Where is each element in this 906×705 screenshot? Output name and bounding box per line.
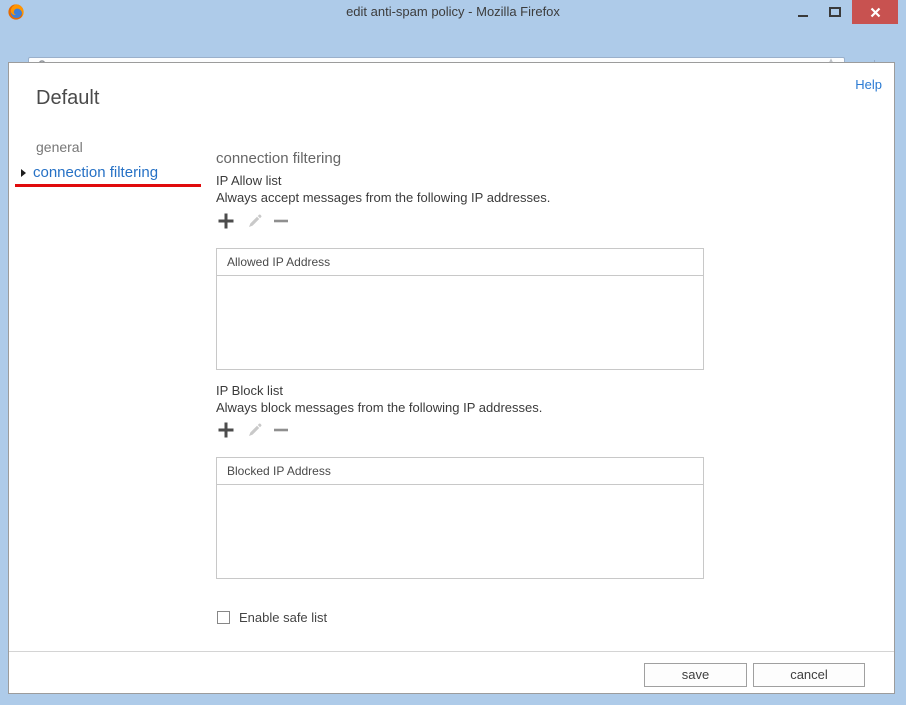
- cancel-button[interactable]: cancel: [753, 663, 865, 687]
- ip-block-list-description: Always block messages from the following…: [216, 400, 542, 415]
- save-button[interactable]: save: [644, 663, 747, 687]
- edit-icon[interactable]: [246, 213, 262, 229]
- ip-block-toolbar: [217, 421, 289, 439]
- close-button[interactable]: [852, 0, 898, 24]
- sidebar-item-connection-filtering[interactable]: connection filtering: [33, 164, 158, 181]
- ip-allow-list-title: IP Allow list: [216, 173, 282, 188]
- ip-allow-table-body: [217, 276, 703, 370]
- titlebar: edit anti-spam policy - Mozilla Firefox: [0, 0, 906, 24]
- ip-allow-table: Allowed IP Address: [216, 248, 704, 370]
- active-tab-underline: [15, 184, 201, 187]
- enable-safe-list-label[interactable]: Enable safe list: [239, 610, 327, 625]
- maximize-button[interactable]: [822, 0, 848, 24]
- enable-safe-list-checkbox[interactable]: [217, 611, 230, 624]
- page-content: Help Default general connection filterin…: [8, 62, 895, 694]
- ip-block-table: Blocked IP Address: [216, 457, 704, 579]
- sidebar-item-general[interactable]: general: [36, 139, 83, 155]
- minimize-icon: [798, 15, 808, 17]
- ip-block-list-title: IP Block list: [216, 383, 283, 398]
- ip-allow-list-description: Always accept messages from the followin…: [216, 190, 550, 205]
- maximize-icon: [829, 7, 841, 17]
- remove-icon[interactable]: [273, 422, 289, 438]
- window-title: edit anti-spam policy - Mozilla Firefox: [0, 0, 906, 24]
- ip-allow-table-header: Allowed IP Address: [217, 249, 703, 276]
- help-link[interactable]: Help: [855, 77, 882, 92]
- enable-safe-list-row: Enable safe list: [217, 610, 327, 625]
- ip-block-table-header: Blocked IP Address: [217, 458, 703, 485]
- page-title: Default: [36, 87, 99, 110]
- ip-allow-toolbar: [217, 212, 289, 230]
- add-icon[interactable]: [217, 212, 235, 230]
- remove-icon[interactable]: [273, 213, 289, 229]
- close-icon: [870, 7, 881, 18]
- nav-active-marker: [21, 169, 26, 177]
- section-title: connection filtering: [216, 150, 341, 167]
- navigation-toolbar: https://outlook.office365.com/ecp/Antisp…: [0, 24, 906, 62]
- add-icon[interactable]: [217, 421, 235, 439]
- firefox-window: edit anti-spam policy - Mozilla Firefox …: [0, 0, 906, 705]
- minimize-button[interactable]: [790, 0, 816, 24]
- edit-icon[interactable]: [246, 422, 262, 438]
- footer-divider: [9, 651, 894, 652]
- ip-block-table-body: [217, 485, 703, 579]
